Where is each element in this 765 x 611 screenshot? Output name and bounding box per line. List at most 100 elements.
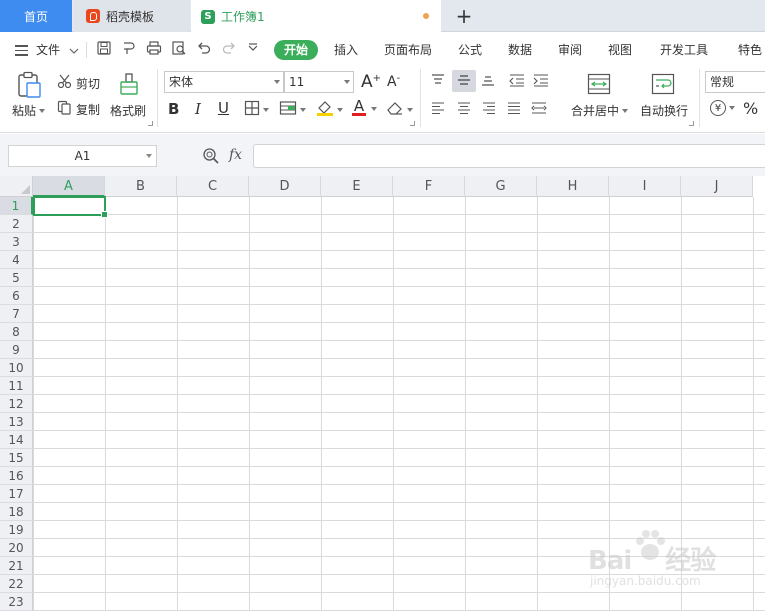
row-header-3[interactable]: 3 bbox=[0, 233, 33, 251]
undo-icon[interactable] bbox=[196, 40, 214, 58]
font-color-button[interactable]: A bbox=[352, 99, 366, 116]
save-icon[interactable] bbox=[96, 40, 114, 58]
auto-wrap-icon[interactable] bbox=[651, 73, 675, 95]
chevron-down-icon[interactable] bbox=[371, 107, 377, 111]
clear-format-button[interactable] bbox=[386, 100, 413, 119]
increase-font-size-button[interactable]: A + bbox=[361, 72, 381, 92]
number-format-select[interactable]: 常规 bbox=[705, 71, 765, 93]
row-header-2[interactable]: 2 bbox=[0, 215, 33, 233]
row-header-22[interactable]: 22 bbox=[0, 575, 33, 593]
row-header-5[interactable]: 5 bbox=[0, 269, 33, 287]
format-painter-button[interactable]: 格式刷 bbox=[110, 102, 146, 119]
underline-button[interactable]: U bbox=[218, 99, 229, 117]
tab-developer[interactable]: 开发工具 bbox=[660, 40, 708, 60]
active-cell-a1[interactable] bbox=[33, 196, 108, 218]
distributed-align-button[interactable] bbox=[530, 101, 548, 118]
row-header-15[interactable]: 15 bbox=[0, 449, 33, 467]
column-header-e[interactable]: E bbox=[321, 176, 393, 197]
italic-button[interactable]: I bbox=[195, 100, 201, 118]
hamburger-menu-icon[interactable] bbox=[15, 42, 33, 60]
row-header-10[interactable]: 10 bbox=[0, 359, 33, 377]
tab-data[interactable]: 数据 bbox=[508, 40, 532, 60]
new-tab-button[interactable]: + bbox=[452, 4, 476, 28]
row-header-18[interactable]: 18 bbox=[0, 503, 33, 521]
decrease-font-size-button[interactable]: A- bbox=[387, 73, 400, 91]
column-header-j[interactable]: J bbox=[681, 176, 753, 197]
tab-home[interactable]: 首页 bbox=[0, 0, 72, 32]
row-header-9[interactable]: 9 bbox=[0, 341, 33, 359]
cell-style-button[interactable] bbox=[279, 100, 306, 119]
insert-function-button[interactable]: fx bbox=[229, 147, 242, 163]
paste-icon[interactable] bbox=[16, 71, 44, 99]
column-header-a[interactable]: A bbox=[33, 176, 105, 197]
cut-button[interactable]: 剪切 bbox=[57, 74, 100, 92]
font-name-select[interactable]: 宋体 bbox=[164, 71, 284, 93]
merge-center-button[interactable]: 合并居中 bbox=[571, 102, 629, 119]
font-size-select[interactable]: 11 bbox=[284, 71, 354, 93]
zoom-search-icon[interactable] bbox=[202, 147, 220, 168]
tab-insert[interactable]: 插入 bbox=[334, 40, 358, 60]
bold-button[interactable]: B bbox=[168, 100, 179, 118]
alignment-group-expand-icon[interactable] bbox=[689, 121, 694, 126]
row-header-8[interactable]: 8 bbox=[0, 323, 33, 341]
column-header-b[interactable]: B bbox=[105, 176, 177, 197]
row-header-14[interactable]: 14 bbox=[0, 431, 33, 449]
borders-button[interactable] bbox=[244, 100, 269, 119]
fill-color-button[interactable] bbox=[316, 99, 343, 120]
decrease-indent-button[interactable] bbox=[508, 73, 526, 90]
print-preview-icon[interactable] bbox=[171, 40, 189, 58]
format-painter-icon[interactable] bbox=[118, 72, 140, 96]
currency-format-button[interactable]: ¥ bbox=[710, 100, 735, 116]
align-top-button[interactable] bbox=[430, 73, 446, 90]
print-icon[interactable] bbox=[146, 40, 164, 58]
percent-format-button[interactable]: % bbox=[743, 99, 758, 118]
align-left-button[interactable] bbox=[430, 101, 446, 118]
select-all-button[interactable] bbox=[0, 176, 33, 197]
customize-toolbar-icon[interactable] bbox=[246, 40, 264, 58]
row-header-21[interactable]: 21 bbox=[0, 557, 33, 575]
row-header-7[interactable]: 7 bbox=[0, 305, 33, 323]
paste-button[interactable]: 粘贴 bbox=[12, 102, 46, 119]
row-header-20[interactable]: 20 bbox=[0, 539, 33, 557]
tab-page-layout[interactable]: 页面布局 bbox=[384, 40, 432, 60]
auto-wrap-button[interactable]: 自动换行 bbox=[640, 102, 688, 119]
align-center-button[interactable] bbox=[456, 101, 472, 118]
tab-special[interactable]: 特色 bbox=[738, 40, 762, 60]
merge-center-icon[interactable] bbox=[587, 73, 611, 95]
tab-review[interactable]: 审阅 bbox=[558, 40, 582, 60]
formula-input[interactable] bbox=[253, 144, 765, 168]
tab-formulas[interactable]: 公式 bbox=[458, 40, 482, 60]
align-right-button[interactable] bbox=[481, 101, 497, 118]
row-header-17[interactable]: 17 bbox=[0, 485, 33, 503]
copy-button[interactable]: 复制 bbox=[57, 100, 100, 118]
increase-indent-button[interactable] bbox=[532, 73, 550, 90]
tab-view[interactable]: 视图 bbox=[608, 40, 632, 60]
tab-workbook[interactable]: S 工作簿1 bbox=[191, 0, 441, 33]
column-header-d[interactable]: D bbox=[249, 176, 321, 197]
justify-button[interactable] bbox=[506, 101, 522, 118]
font-group-expand-icon[interactable] bbox=[410, 121, 415, 126]
row-header-6[interactable]: 6 bbox=[0, 287, 33, 305]
name-box[interactable]: A1 bbox=[8, 145, 157, 167]
tab-start[interactable]: 开始 bbox=[274, 40, 319, 60]
column-header-i[interactable]: I bbox=[609, 176, 681, 197]
clipboard-group-expand-icon[interactable] bbox=[148, 121, 153, 126]
column-header-h[interactable]: H bbox=[537, 176, 609, 197]
row-header-4[interactable]: 4 bbox=[0, 251, 33, 269]
column-header-c[interactable]: C bbox=[177, 176, 249, 197]
align-bottom-button[interactable] bbox=[480, 73, 496, 90]
column-header-f[interactable]: F bbox=[393, 176, 465, 197]
row-header-12[interactable]: 12 bbox=[0, 395, 33, 413]
file-menu[interactable]: 文件 bbox=[36, 40, 79, 60]
row-header-13[interactable]: 13 bbox=[0, 413, 33, 431]
row-header-1[interactable]: 1 bbox=[0, 197, 33, 215]
row-header-16[interactable]: 16 bbox=[0, 467, 33, 485]
align-middle-button[interactable] bbox=[452, 70, 476, 92]
row-header-19[interactable]: 19 bbox=[0, 521, 33, 539]
tab-docer-templates[interactable]: 稻壳模板 bbox=[74, 0, 190, 32]
column-header-g[interactable]: G bbox=[465, 176, 537, 197]
redo-icon[interactable] bbox=[221, 40, 239, 58]
row-header-11[interactable]: 11 bbox=[0, 377, 33, 395]
row-header-23[interactable]: 23 bbox=[0, 593, 33, 611]
export-pdf-icon[interactable] bbox=[121, 40, 139, 58]
